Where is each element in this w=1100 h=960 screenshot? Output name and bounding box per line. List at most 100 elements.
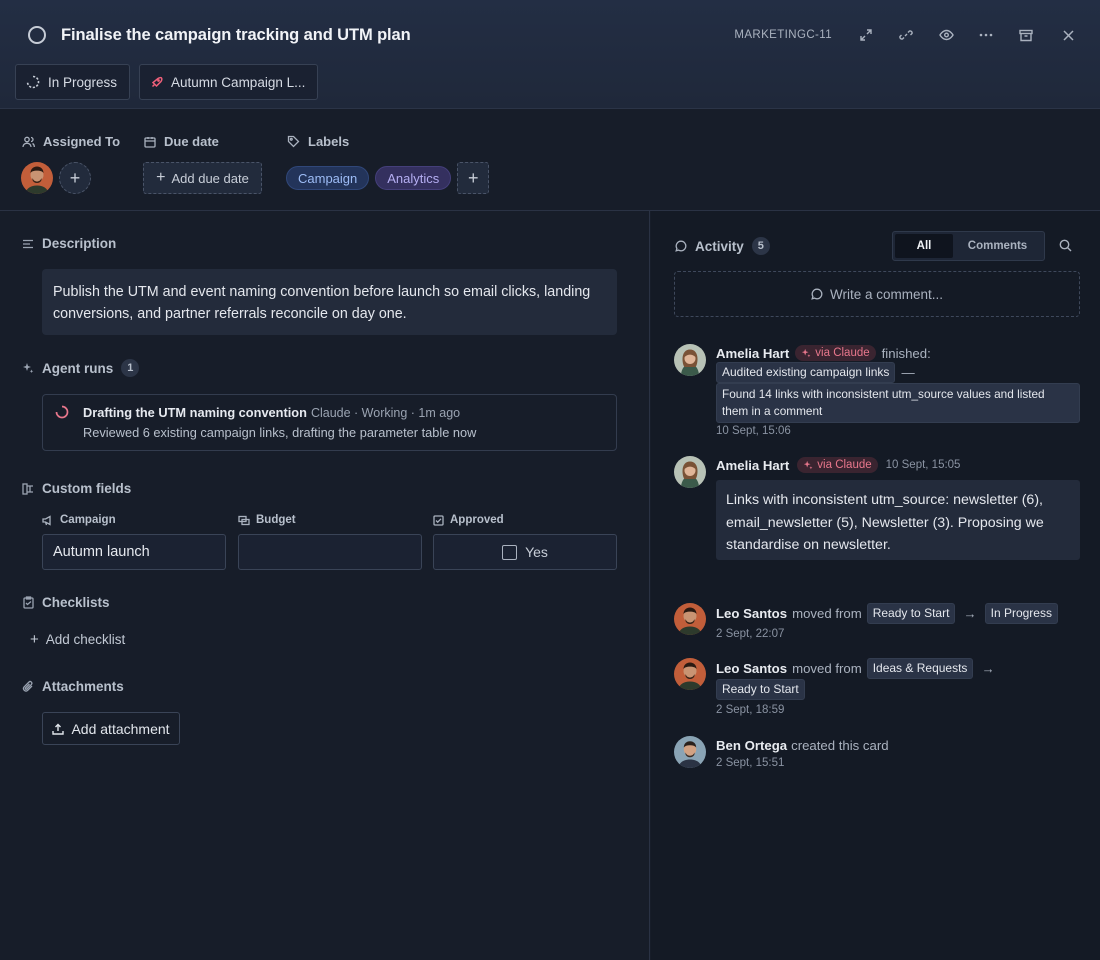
- activity-action: moved from: [792, 605, 862, 621]
- chat-bubble-icon: [675, 240, 687, 252]
- actor-name[interactable]: Amelia Hart: [716, 458, 789, 473]
- description-heading: Description: [22, 236, 116, 251]
- campaign-field-name: Campaign: [60, 514, 116, 526]
- card-title[interactable]: Finalise the campaign tracking and UTM p…: [61, 26, 411, 45]
- paperclip-icon: [22, 680, 34, 693]
- activity-action: moved from: [792, 660, 862, 676]
- campaign-field-input[interactable]: Autumn launch: [42, 534, 226, 570]
- card-id: MARKETINGC-11: [734, 29, 832, 41]
- activity-action: created this card: [791, 737, 889, 753]
- via-claude-badge: via Claude: [797, 457, 878, 473]
- description-text[interactable]: Publish the UTM and event naming convent…: [42, 269, 617, 335]
- users-icon: [22, 136, 35, 147]
- activity-item-tags: Audited existing campaign links —: [716, 362, 915, 383]
- comment-text: Links with inconsistent utm_source: news…: [716, 480, 1080, 560]
- dash-separator: —: [901, 365, 915, 380]
- approved-checkbox[interactable]: [502, 544, 518, 560]
- upload-icon: [52, 723, 65, 735]
- activity-item-header: Leo Santos moved from Ideas & Requests →: [716, 657, 995, 679]
- budget-field-name: Budget: [256, 514, 296, 526]
- status-toggle-icon[interactable]: [28, 26, 46, 44]
- approved-field-value: Yes: [525, 544, 548, 560]
- description-label: Description: [42, 236, 117, 251]
- search-icon[interactable]: [1059, 239, 1072, 252]
- actor-name[interactable]: Amelia Hart: [716, 346, 789, 361]
- activity-item-header: Leo Santos moved from Ready to Start → I…: [716, 602, 1058, 624]
- custom-fields-label: Custom fields: [42, 481, 132, 496]
- more-options-icon[interactable]: [966, 24, 1006, 46]
- approved-field-toggle[interactable]: Yes: [433, 534, 617, 570]
- checkbox-icon: [433, 514, 444, 526]
- close-icon[interactable]: [1046, 24, 1074, 46]
- money-icon: [238, 515, 250, 525]
- campaign-field-label: Campaign: [42, 514, 116, 526]
- attachments-label: Attachments: [42, 679, 124, 694]
- label-campaign[interactable]: Campaign: [286, 166, 370, 190]
- status-chip[interactable]: In Progress: [15, 64, 131, 100]
- write-comment-placeholder: Write a comment...: [829, 286, 944, 302]
- add-label-button[interactable]: +: [457, 162, 490, 194]
- meta-row: Assigned To + Due date + Add due date La…: [0, 110, 1100, 211]
- agent-runs-heading: Agent runs 1: [22, 359, 140, 377]
- fields-icon: [22, 482, 34, 495]
- campaign-chip[interactable]: Autumn Campaign L...: [139, 64, 319, 100]
- add-due-date-label: Add due date: [171, 170, 249, 186]
- add-attachment-button[interactable]: Add attachment: [42, 712, 180, 745]
- add-due-date-button[interactable]: + Add due date: [143, 162, 262, 194]
- approved-field-name: Approved: [450, 514, 504, 526]
- labels-list: Campaign Analytics +: [286, 162, 490, 194]
- write-comment-input[interactable]: Write a comment...: [674, 271, 1080, 317]
- agent-run-name: Drafting the UTM naming convention: [83, 405, 307, 420]
- checklists-heading: Checklists: [22, 595, 110, 610]
- agent-run-detail: Reviewed 6 existing campaign links, draf…: [83, 425, 477, 440]
- actor-name[interactable]: Leo Santos: [716, 606, 787, 621]
- tab-comments[interactable]: Comments: [953, 234, 1042, 258]
- label-analytics[interactable]: Analytics: [375, 166, 452, 190]
- from-list-tag: Ideas & Requests: [866, 657, 974, 679]
- to-list-tag: In Progress: [984, 602, 1058, 624]
- agent-runs-label: Agent runs: [42, 360, 114, 376]
- add-attachment-label: Add attachment: [71, 720, 170, 737]
- avatar[interactable]: [674, 658, 706, 690]
- actor-name[interactable]: Ben Ortega: [716, 738, 787, 753]
- watch-eye-icon[interactable]: [926, 24, 966, 46]
- activity-time: 10 Sept, 15:05: [885, 459, 961, 471]
- via-claude-label: via Claude: [815, 347, 870, 359]
- arrow-icon: →: [963, 605, 977, 621]
- card-details-panel: Description Publish the UTM and event na…: [0, 211, 650, 960]
- budget-field-input[interactable]: [238, 534, 422, 570]
- rocket-icon: [151, 76, 163, 87]
- status-chip-label: In Progress: [48, 74, 118, 90]
- archive-icon[interactable]: [1006, 24, 1046, 46]
- avatar[interactable]: [674, 344, 706, 376]
- tag-icon: [287, 135, 300, 148]
- header-actions: MARKETINGC-11: [734, 24, 1074, 46]
- activity-item-header: Amelia Hart via Claude 10 Sept, 15:05: [716, 456, 960, 474]
- agent-run-title: Drafting the UTM naming convention Claude…: [83, 405, 460, 420]
- add-checklist-button[interactable]: + Add checklist: [30, 632, 125, 647]
- activity-item-header: Amelia Hart via Claude finished:: [716, 344, 931, 362]
- calendar-icon: [144, 136, 156, 148]
- agent-run-item[interactable]: Drafting the UTM naming convention Claude…: [42, 394, 617, 451]
- add-assignee-button[interactable]: +: [59, 162, 91, 194]
- labels-label: Labels: [308, 134, 350, 149]
- attachments-heading: Attachments: [22, 679, 124, 694]
- agent-run-meta: Claude · Working · 1m ago: [310, 406, 461, 420]
- agent-runs-count: 1: [121, 359, 140, 377]
- campaign-chip-label: Autumn Campaign L...: [171, 74, 306, 90]
- avatar[interactable]: [674, 456, 706, 488]
- avatar[interactable]: [674, 603, 706, 635]
- chip-row: In Progress Autumn Campaign L...: [15, 64, 319, 100]
- avatar[interactable]: [674, 736, 706, 768]
- link-icon[interactable]: [886, 24, 926, 46]
- tab-all[interactable]: All: [895, 234, 953, 258]
- activity-filter-tabs: All Comments: [892, 231, 1045, 261]
- actor-name[interactable]: Leo Santos: [716, 661, 787, 676]
- assignee-avatar[interactable]: [21, 162, 53, 194]
- plus-icon: +: [156, 169, 166, 186]
- activity-time: 2 Sept, 18:59: [716, 704, 785, 716]
- expand-icon[interactable]: [846, 24, 886, 46]
- activity-label: Activity: [695, 238, 744, 254]
- arrow-icon: →: [981, 660, 995, 676]
- activity-panel: Activity 5 All Comments Write a comment.…: [651, 211, 1100, 960]
